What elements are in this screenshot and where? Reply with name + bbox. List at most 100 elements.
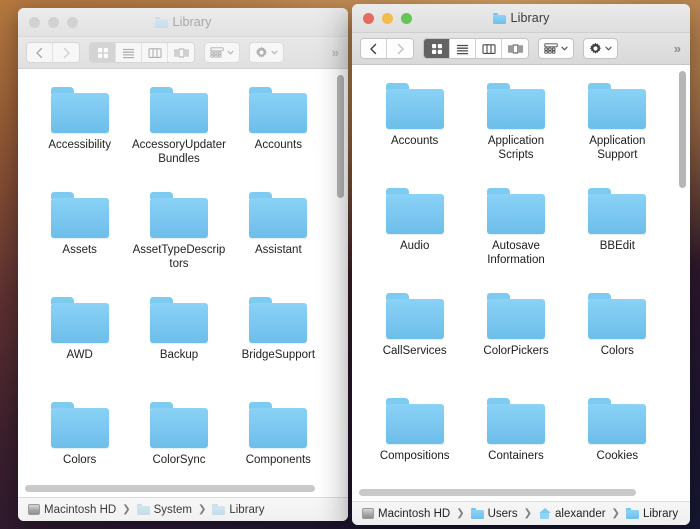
- arrange-button-left[interactable]: [204, 42, 240, 63]
- file-item[interactable]: Colors: [30, 398, 129, 482]
- breadcrumb-item[interactable]: Library: [212, 504, 265, 516]
- file-item[interactable]: Compositions: [364, 394, 465, 486]
- folder-icon: [249, 402, 308, 448]
- folder-icon: [588, 293, 647, 339]
- vertical-scrollbar-right[interactable]: [678, 67, 687, 484]
- file-item[interactable]: Containers: [465, 394, 566, 486]
- file-item[interactable]: Audio: [364, 184, 465, 285]
- file-item[interactable]: Accessibility: [30, 83, 129, 184]
- minimize-button[interactable]: [382, 12, 393, 24]
- view-mode-group-left[interactable]: [89, 42, 195, 63]
- titlebar-left[interactable]: Library: [18, 8, 348, 37]
- gear-icon: [589, 42, 602, 54]
- breadcrumb-item[interactable]: System: [136, 504, 192, 516]
- file-item[interactable]: BridgeSupport: [229, 293, 328, 394]
- arrange-button-right[interactable]: [538, 38, 574, 59]
- file-label: BBEdit: [599, 240, 635, 252]
- file-item[interactable]: CallServices: [364, 289, 465, 390]
- column-view-button[interactable]: [476, 39, 502, 58]
- file-label: CallServices: [382, 345, 447, 357]
- chevron-down-icon: [271, 50, 278, 55]
- forward-button[interactable]: [387, 39, 413, 58]
- gallery-view-button[interactable]: [168, 43, 194, 62]
- breadcrumb-label: Macintosh HD: [378, 507, 451, 520]
- breadcrumb-item[interactable]: Users: [470, 507, 518, 520]
- view-mode-group-right[interactable]: [423, 38, 529, 59]
- file-label: BridgeSupport: [241, 349, 316, 361]
- file-item[interactable]: ColorPickers: [465, 289, 566, 390]
- gear-icon: [255, 46, 268, 58]
- icon-view-button[interactable]: [90, 43, 116, 62]
- action-button-left[interactable]: [249, 42, 284, 63]
- vertical-scrollbar-left[interactable]: [336, 71, 345, 480]
- finder-window-right[interactable]: Library » Accounts Application Scripts A…: [352, 4, 690, 525]
- column-view-button[interactable]: [142, 43, 168, 62]
- breadcrumb-label: Users: [487, 507, 518, 520]
- traffic-lights-right[interactable]: [352, 12, 412, 24]
- folder-icon: [149, 192, 208, 238]
- file-item[interactable]: Accounts: [229, 83, 328, 184]
- file-item[interactable]: Colors: [567, 289, 668, 390]
- file-item[interactable]: Assets: [30, 188, 129, 289]
- back-button[interactable]: [27, 43, 53, 62]
- minimize-button[interactable]: [48, 16, 59, 28]
- action-button-right[interactable]: [583, 38, 618, 59]
- toolbar-left[interactable]: »: [18, 37, 348, 69]
- horizontal-scrollbar-left[interactable]: [18, 482, 348, 497]
- toolbar-right[interactable]: »: [352, 33, 690, 65]
- traffic-lights-left[interactable]: [18, 16, 78, 28]
- toolbar-overflow-button-left[interactable]: »: [332, 45, 340, 60]
- nav-buttons-left[interactable]: [26, 42, 80, 63]
- file-item[interactable]: AssetTypeDescriptors: [129, 188, 228, 289]
- breadcrumb-item[interactable]: Macintosh HD: [28, 504, 116, 516]
- folder-icon: [486, 188, 545, 234]
- nav-buttons-right[interactable]: [360, 38, 414, 59]
- file-item[interactable]: ColorSync: [129, 398, 228, 482]
- list-view-button[interactable]: [450, 39, 476, 58]
- file-item[interactable]: Autosave Information: [465, 184, 566, 285]
- breadcrumb-separator: ❯: [197, 504, 207, 515]
- file-label: Application Scripts: [487, 135, 545, 161]
- pathbar-right[interactable]: Macintosh HD ❯ Users ❯ alexander ❯ Libra…: [352, 501, 690, 525]
- zoom-button[interactable]: [67, 16, 78, 28]
- close-button[interactable]: [363, 12, 374, 24]
- file-item[interactable]: Backup: [129, 293, 228, 394]
- toolbar-overflow-button-right[interactable]: »: [674, 41, 682, 56]
- folder-icon: [385, 83, 444, 129]
- file-item[interactable]: AWD: [30, 293, 129, 394]
- gallery-view-button[interactable]: [502, 39, 528, 58]
- file-area-left[interactable]: Accessibility AccessoryUpdaterBundles Ac…: [18, 69, 348, 482]
- file-item[interactable]: Application Support: [567, 79, 668, 180]
- list-view-button[interactable]: [116, 43, 142, 62]
- file-item[interactable]: Application Scripts: [465, 79, 566, 180]
- finder-window-left[interactable]: Library » Accessibility AccessoryUpdater…: [18, 8, 348, 521]
- folder-icon: [492, 12, 506, 24]
- folder-icon: [486, 398, 545, 444]
- pathbar-left[interactable]: Macintosh HD ❯ System ❯ Library: [18, 497, 348, 521]
- back-button[interactable]: [361, 39, 387, 58]
- forward-button[interactable]: [53, 43, 79, 62]
- file-label: Assets: [62, 244, 97, 256]
- zoom-button[interactable]: [401, 12, 412, 24]
- icon-view-button[interactable]: [424, 39, 450, 58]
- window-title-label: Library: [172, 15, 212, 29]
- breadcrumb-item[interactable]: Macintosh HD: [362, 508, 450, 520]
- breadcrumb-item[interactable]: alexander: [538, 508, 606, 520]
- breadcrumb-item[interactable]: Library: [625, 508, 678, 520]
- file-label: ColorPickers: [483, 345, 549, 357]
- folder-icon: [50, 402, 109, 448]
- horizontal-scrollbar-right[interactable]: [352, 486, 690, 501]
- file-item[interactable]: Assistant: [229, 188, 328, 289]
- breadcrumb-separator: ❯: [456, 508, 465, 519]
- close-button[interactable]: [29, 16, 40, 28]
- folder-icon: [149, 87, 208, 133]
- file-item[interactable]: Accounts: [364, 79, 465, 180]
- file-item[interactable]: AccessoryUpdaterBundles: [129, 83, 228, 184]
- file-item[interactable]: BBEdit: [567, 184, 668, 285]
- folder-icon: [385, 293, 444, 339]
- file-area-right[interactable]: Accounts Application Scripts Application…: [352, 65, 690, 486]
- titlebar-right[interactable]: Library: [352, 4, 690, 33]
- file-item[interactable]: Cookies: [567, 394, 668, 486]
- file-label: AWD: [66, 349, 93, 361]
- file-item[interactable]: Components: [229, 398, 328, 482]
